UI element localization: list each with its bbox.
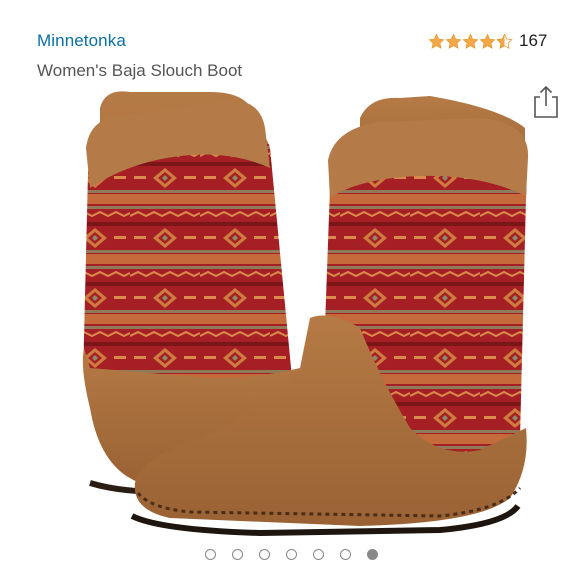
rating-summary[interactable]: 167 bbox=[428, 30, 547, 52]
carousel-dot[interactable] bbox=[231, 549, 243, 560]
star-icon bbox=[462, 33, 479, 49]
star-rating bbox=[428, 32, 513, 50]
carousel-dot[interactable] bbox=[258, 549, 270, 560]
carousel-dot[interactable] bbox=[204, 549, 216, 560]
star-icon bbox=[479, 33, 496, 49]
product-image[interactable] bbox=[60, 78, 530, 540]
carousel-dot-active[interactable] bbox=[366, 549, 378, 560]
image-carousel-dots[interactable] bbox=[0, 549, 580, 567]
brand-link[interactable]: Minnetonka bbox=[37, 31, 126, 51]
carousel-dot[interactable] bbox=[339, 549, 351, 560]
rating-count[interactable]: 167 bbox=[519, 31, 547, 51]
half-star-icon bbox=[496, 32, 513, 49]
star-icon bbox=[428, 33, 445, 49]
carousel-dot[interactable] bbox=[285, 549, 297, 560]
star-icon bbox=[445, 33, 462, 49]
carousel-dot[interactable] bbox=[312, 549, 324, 560]
share-icon[interactable] bbox=[531, 84, 561, 120]
